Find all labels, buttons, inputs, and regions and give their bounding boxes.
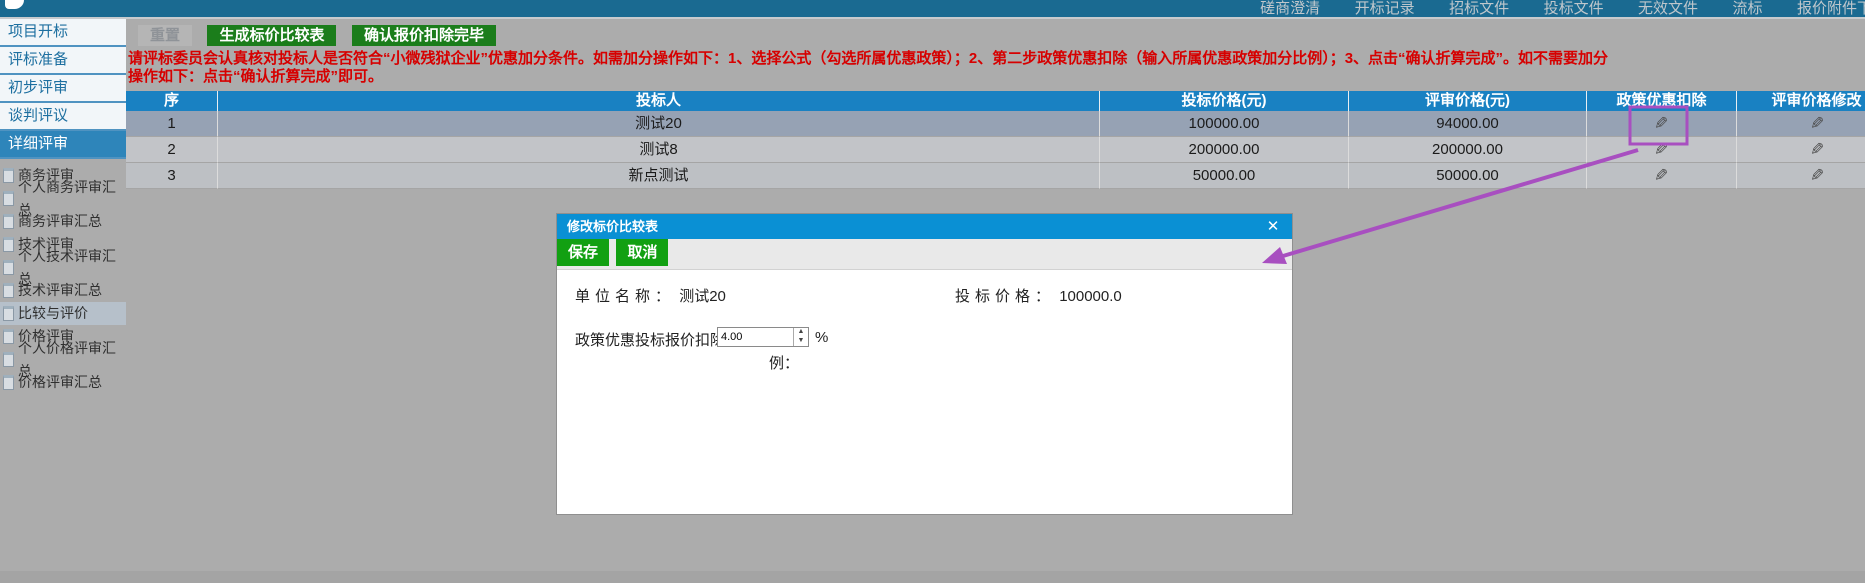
table-row[interactable]: 1 测试20 100000.00 94000.00 ✎ ✎ — [126, 111, 1865, 137]
spinner-buttons: ▲ ▼ — [793, 328, 808, 346]
sidebar-sub-list: 商务评审 个人商务评审汇总 商务评审汇总 技术评审 个人技术评审汇总 技术评审汇… — [0, 164, 126, 394]
sidebar-item-preliminary-review[interactable]: 初步评审 — [0, 75, 126, 103]
clipboard-icon — [3, 260, 14, 275]
bid-price-field: 投标价格： 100000.0 — [955, 285, 1122, 306]
edit-review-price-icon[interactable]: ✎ — [1810, 163, 1824, 189]
bottom-strip — [0, 571, 1865, 583]
sidebar-sub-compare-evaluate[interactable]: 比较与评价 — [0, 302, 126, 325]
edit-policy-deduction-icon[interactable]: ✎ — [1654, 137, 1668, 163]
dialog-title-bar[interactable]: 修改标价比较表 ✕ — [557, 214, 1292, 239]
sidebar-item-evaluation-prep[interactable]: 评标准备 — [0, 47, 126, 75]
col-review-price-modify: 评审价格修改 — [1737, 91, 1865, 111]
edit-review-price-icon[interactable]: ✎ — [1810, 137, 1824, 163]
sidebar-sub-personal-technical-summary[interactable]: 个人技术评审汇总 — [0, 256, 126, 279]
app-logo-icon — [5, 0, 24, 9]
clipboard-icon — [3, 329, 14, 344]
clipboard-icon — [3, 168, 14, 183]
menu-price-attachment-download[interactable]: 报价附件下载 — [1797, 0, 1865, 18]
clipboard-icon — [3, 191, 14, 206]
table-header-row: 序 投标人 投标价格(元) 评审价格(元) 政策优惠扣除 评审价格修改 — [126, 91, 1865, 111]
sidebar-item-negotiation-review[interactable]: 谈判评议 — [0, 103, 126, 131]
menu-failed-bid[interactable]: 流标 — [1733, 0, 1763, 18]
edit-policy-deduction-icon[interactable]: ✎ — [1654, 111, 1668, 137]
save-button[interactable]: 保存 — [557, 239, 609, 266]
unit-name-label: 单位名称： — [575, 288, 675, 305]
dialog-body: 单位名称： 测试20 投标价格： 100000.0 政策优惠投标报价扣除比 例：… — [557, 269, 1292, 514]
notice-line-1: 请评标委员会认真核对投标人是否符合“小微残狱企业”优惠加分条件。如需加分操作如下… — [128, 50, 1608, 68]
close-icon[interactable]: ✕ — [1264, 214, 1282, 239]
table-row[interactable]: 2 测试8 200000.00 200000.00 ✎ ✎ — [126, 137, 1865, 163]
menu-consult-clarify[interactable]: 磋商澄清 — [1260, 0, 1320, 18]
cancel-button[interactable]: 取消 — [616, 239, 668, 266]
sidebar-sub-personal-business-summary[interactable]: 个人商务评审汇总 — [0, 187, 126, 210]
sidebar-item-project-bid-opening[interactable]: 项目开标 — [0, 19, 126, 47]
col-bid-price: 投标价格(元) — [1100, 91, 1349, 111]
menu-invalid-documents[interactable]: 无效文件 — [1638, 0, 1698, 18]
dialog-title: 修改标价比较表 — [567, 219, 658, 234]
col-seq: 序 — [126, 91, 218, 111]
clipboard-icon — [3, 352, 14, 367]
notice-text: 请评标委员会认真核对投标人是否符合“小微残狱企业”优惠加分条件。如需加分操作如下… — [128, 50, 1608, 86]
bid-price-label: 投标价格： — [955, 288, 1055, 305]
clipboard-icon — [3, 375, 14, 390]
top-bar: 磋商澄清 开标记录 招标文件 投标文件 无效文件 流标 报价附件下载 — [0, 0, 1865, 19]
deduction-ratio-label-line2: 例： — [769, 352, 799, 373]
deduction-ratio-input[interactable] — [718, 328, 797, 346]
deduction-ratio-spinner: ▲ ▼ — [717, 327, 809, 347]
bid-comparison-table: 序 投标人 投标价格(元) 评审价格(元) 政策优惠扣除 评审价格修改 1 测试… — [126, 91, 1865, 189]
spinner-down-icon[interactable]: ▼ — [794, 337, 808, 346]
clipboard-icon — [3, 306, 14, 321]
bid-price-value: 100000.0 — [1059, 288, 1122, 305]
clipboard-icon — [3, 214, 14, 229]
deduction-ratio-label-line1: 政策优惠投标报价扣除比 — [575, 329, 740, 350]
menu-tender-documents[interactable]: 招标文件 — [1449, 0, 1509, 18]
unit-name-value: 测试20 — [679, 288, 726, 305]
col-policy-deduction: 政策优惠扣除 — [1587, 91, 1737, 111]
sidebar: 项目开标 评标准备 初步评审 谈判评议 详细评审 商务评审 个人商务评审汇总 商… — [0, 19, 126, 583]
col-bidder: 投标人 — [218, 91, 1100, 111]
table-row[interactable]: 3 新点测试 50000.00 50000.00 ✎ ✎ — [126, 163, 1865, 189]
generate-price-comparison-button[interactable]: 生成标价比较表 — [207, 25, 336, 46]
percent-sign: % — [815, 329, 828, 346]
menu-bid-documents[interactable]: 投标文件 — [1544, 0, 1604, 18]
dialog-toolbar: 保存 取消 — [557, 239, 1292, 270]
unit-name-field: 单位名称： 测试20 — [575, 285, 726, 306]
edit-review-price-icon[interactable]: ✎ — [1810, 111, 1824, 137]
menu-bid-opening-record[interactable]: 开标记录 — [1355, 0, 1415, 18]
sidebar-item-detailed-review[interactable]: 详细评审 — [0, 131, 126, 159]
sidebar-sub-personal-price-summary[interactable]: 个人价格评审汇总 — [0, 348, 126, 371]
clipboard-icon — [3, 237, 14, 252]
notice-line-2: 操作如下：点击“确认折算完成”即可。 — [128, 68, 1608, 86]
top-menu: 磋商澄清 开标记录 招标文件 投标文件 无效文件 流标 报价附件下载 — [1230, 0, 1865, 18]
edit-policy-deduction-icon[interactable]: ✎ — [1654, 163, 1668, 189]
col-review-price: 评审价格(元) — [1349, 91, 1587, 111]
spinner-up-icon[interactable]: ▲ — [794, 328, 808, 337]
clipboard-icon — [3, 283, 14, 298]
toolbar: 重置 生成标价比较表 确认报价扣除完毕 — [126, 25, 496, 46]
reset-button[interactable]: 重置 — [138, 25, 192, 46]
confirm-price-deduction-button[interactable]: 确认报价扣除完毕 — [352, 25, 496, 46]
modify-price-comparison-dialog: 修改标价比较表 ✕ 保存 取消 单位名称： 测试20 投标价格： 100000.… — [556, 213, 1293, 515]
